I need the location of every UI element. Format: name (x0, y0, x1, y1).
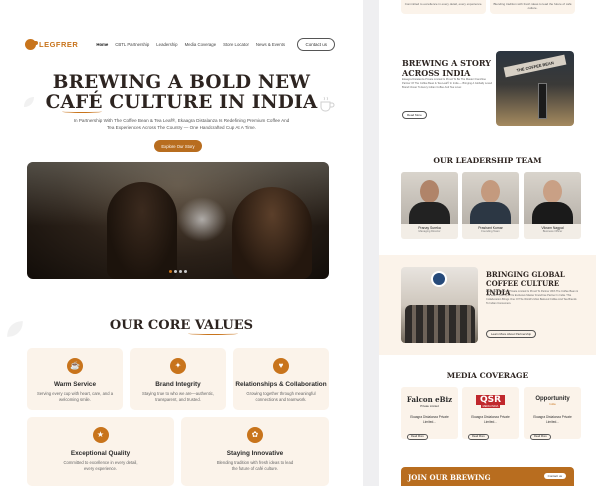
media-text: Ekaagra Distalanza Private Limited... (410, 415, 449, 424)
value-card-desc: Serving every cup with heart, care, and … (36, 391, 114, 402)
title-underline (188, 332, 238, 335)
leader-role: Managing Director (418, 230, 441, 233)
nav-link-home[interactable]: Home (96, 42, 108, 47)
value-card-desc: Blending tradition with fresh ideas to l… (216, 460, 294, 471)
media-card[interactable]: Falcon eBiz Private Limited Ekaagra Dist… (401, 387, 458, 440)
explore-story-button[interactable]: Explore Our Story (154, 140, 202, 152)
media-title: MEDIA COVERAGE (446, 371, 529, 380)
media-read-more[interactable]: Read More (407, 433, 428, 440)
leader-card[interactable]: Pranay Sureka Managing Director (401, 172, 458, 239)
leadership-title: OUR LEADERSHIP TEAM (433, 156, 542, 165)
landing-page-continued: Committed to excellence in every detail,… (379, 0, 596, 486)
read-more-button[interactable]: Read More (402, 111, 427, 119)
landing-page: LEGFRER Home CBTL Partnership Leadership… (0, 0, 363, 486)
value-card-brand-integrity: ✦ Brand Integrity Staying true to who we… (130, 348, 226, 410)
join-title: JOIN OUR BREWING (408, 473, 491, 482)
value-card-title: Exceptional Quality (70, 450, 131, 457)
core-values-title: OUR CORE VALUES (109, 318, 254, 333)
value-card-title: Staying Innovative (226, 450, 284, 457)
nav-link-cbtl-partnership[interactable]: CBTL Partnership (115, 42, 149, 47)
leader-photo (401, 172, 458, 224)
hero-subtitle: In Partnership With The Coffee Bean & Te… (73, 118, 290, 130)
partnership-photo (401, 267, 478, 343)
badge-icon: ✦ (170, 358, 186, 374)
bulb-icon: ✿ (247, 427, 263, 443)
leader-role: Founding Team (481, 230, 500, 233)
slider-dot[interactable] (169, 270, 172, 273)
store-image: THE COFFEE BEAN (496, 51, 574, 126)
value-card-title: Brand Integrity (155, 381, 201, 388)
join-contact-button[interactable]: Contact us (543, 473, 566, 479)
nav-links: Home CBTL Partnership Leadership Media C… (96, 42, 285, 47)
value-card-partial: Committed to excellence in every detail,… (401, 0, 486, 14)
nav-link-media-coverage[interactable]: Media Coverage (185, 42, 217, 47)
slider-dot[interactable] (174, 270, 177, 273)
value-card-title: Warm Service (53, 381, 97, 388)
title-underline (62, 110, 102, 113)
store-sign: THE COFFEE BEAN (503, 54, 567, 78)
eagle-logo-icon (25, 38, 38, 50)
slider-dots (169, 270, 187, 273)
leader-role: Business Officer (542, 230, 563, 233)
value-card-desc: Growing together through meaningful conn… (246, 391, 316, 402)
value-card-desc: Staying true to who we are—authentic, tr… (142, 391, 214, 402)
slider-dot[interactable] (184, 270, 187, 273)
star-icon: ★ (92, 427, 109, 443)
global-partnership-section: BRINGING GLOBAL COFFEE CULTURE INDIA Eka… (379, 255, 596, 355)
nav-link-leadership[interactable]: Leadership (156, 42, 177, 47)
story-title: BREWING A STORY ACROSS INDIA (402, 58, 491, 78)
leader-photo (524, 172, 581, 224)
contact-button[interactable]: Contact us (297, 37, 335, 51)
leader-photo (462, 172, 519, 224)
navbar: LEGFRER Home CBTL Partnership Leadership… (25, 36, 335, 52)
logo[interactable]: LEGFRER (25, 38, 79, 50)
leader-card[interactable]: Vikram Nagpal Business Officer (524, 172, 581, 239)
hero-image (27, 162, 329, 279)
media-card[interactable]: Opportunity India Ekaagra Distalanza Pri… (524, 387, 581, 440)
handshake-icon: ♥ (273, 358, 289, 374)
cbtl-logo-icon (431, 271, 447, 287)
slider-dot[interactable] (179, 270, 182, 273)
global-body: Ekaagra Distalanza Private Limited Is Pr… (486, 290, 578, 305)
qsr-logo: QSR MEDIA INDIA (462, 387, 519, 415)
media-read-more[interactable]: Read More (468, 433, 489, 440)
nav-link-store-locator[interactable]: Store Locator (223, 42, 249, 47)
media-text: Ekaagra Distalanza Private Limited... (471, 415, 510, 424)
opportunity-india-logo: Opportunity India (535, 396, 570, 406)
kiosk-display (538, 83, 547, 119)
story-body: Ekaagra Distalanza Private Limited Is Pr… (402, 78, 493, 89)
coffee-cup-icon (320, 96, 335, 112)
hero-title-line2: CAFÉ CULTURE IN INDIA (45, 92, 318, 113)
value-card-exceptional-quality: ★ Exceptional Quality Committed to excel… (27, 417, 174, 486)
media-card[interactable]: QSR MEDIA INDIA Ekaagra Distalanza Priva… (462, 387, 519, 440)
nav-link-news-events[interactable]: News & Events (256, 42, 285, 47)
value-card-partial: Blending tradition with fresh ideas to l… (490, 0, 575, 14)
media-text: Ekaagra Distalanza Private Limited... (533, 415, 572, 424)
join-banner: JOIN OUR BREWING Contact us (401, 467, 574, 486)
leaf-icon (24, 97, 34, 107)
media-read-more[interactable]: Read More (530, 433, 551, 440)
value-card-desc: Committed to excellence in every detail,… (63, 460, 138, 471)
falcon-ebiz-logo: Falcon eBiz Private Limited (406, 394, 453, 408)
leader-card[interactable]: Prashant Kumar Founding Team (462, 172, 519, 239)
logo-text: LEGFRER (39, 39, 79, 49)
learn-more-button[interactable]: Learn More About Partnership (486, 330, 537, 338)
coffee-icon: ☕ (67, 358, 83, 374)
value-card-staying-innovative: ✿ Staying Innovative Blending tradition … (181, 417, 329, 486)
value-card-title: Relationships & Collaboration (235, 381, 327, 388)
hero-title-line1: BREWING A BOLD NEW (52, 72, 311, 93)
value-card-warm-service: ☕ Warm Service Serving every cup with he… (27, 348, 123, 410)
value-card-relationships: ♥ Relationships & Collaboration Growing … (233, 348, 329, 410)
